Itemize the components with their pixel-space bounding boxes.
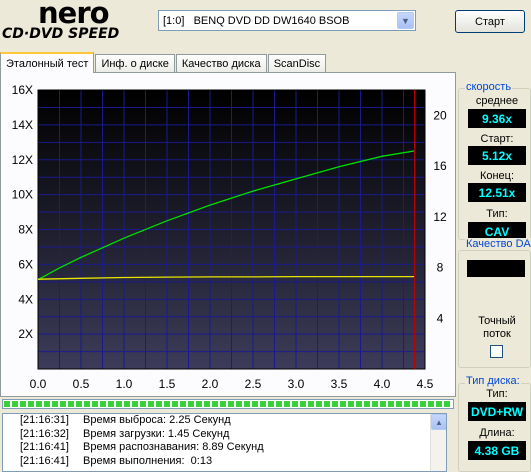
log-text: Время выброса: 2.25 Секунд: [83, 414, 231, 426]
log-row: [21:16:41] Время распознавания: 8.89 Секу…: [3, 441, 446, 455]
log-time: [21:16:32]: [20, 427, 69, 440]
start-speed-label: Старт:: [480, 133, 514, 145]
y-left-tick-label: 16X: [12, 83, 33, 97]
log-scrollbar[interactable]: ▲: [430, 414, 446, 471]
start-button[interactable]: Старт: [455, 10, 525, 33]
scroll-up-icon[interactable]: ▲: [431, 414, 446, 430]
tab-benchmark[interactable]: Эталонный тест: [0, 52, 95, 73]
log-time: [21:16:31]: [20, 414, 69, 426]
x-tick-label: 4.0: [374, 377, 391, 391]
log-text: Время распознавания: 8.89 Секунд: [83, 441, 264, 453]
disc-type-label: Тип:: [486, 388, 508, 400]
y-right-tick-label: 8: [437, 261, 444, 275]
drive-select-value: [1:0] BENQ DVD DD DW1640 BSOB: [163, 14, 350, 27]
y-right-tick-label: 12: [433, 210, 447, 224]
log-text: Время выполнения: 0:13: [83, 454, 213, 467]
progress-fill: [4, 401, 452, 407]
avg-speed-value: 9.36x: [468, 109, 526, 128]
tab-disc-quality[interactable]: Качество диска: [175, 54, 267, 73]
speed-group-title: скорость: [465, 81, 513, 93]
quality-group-title: Качество DA: [465, 238, 531, 250]
accurate-stream-label: Точный: [478, 315, 516, 327]
accurate-stream-label-2: поток: [483, 328, 511, 340]
x-tick-label: 1.5: [159, 377, 176, 391]
x-tick-label: 3.5: [331, 377, 348, 391]
end-speed-label: Конец:: [479, 170, 515, 182]
y-left-tick-label: 2X: [18, 327, 33, 341]
x-tick-label: 1.0: [116, 377, 133, 391]
x-tick-label: 0.5: [73, 377, 90, 391]
quality-display: [467, 260, 525, 277]
y-right-tick-label: 16: [433, 159, 447, 173]
log-time: [21:16:41]: [20, 441, 69, 453]
y-left-tick-label: 8X: [18, 223, 33, 237]
log-time: [21:16:41]: [20, 454, 69, 467]
log-list: [21:16:31] Время выброса: 2.25 Секунд [21…: [2, 413, 447, 472]
x-tick-label: 2.5: [245, 377, 262, 391]
logo-product: CD·DVD SPEED: [2, 26, 120, 42]
benchmark-chart: 0.0 0.5 1.0 1.5 2.0 2.5 3.0 3.5 4.0 4.5 2X 4X 6X 8X 10…: [12, 83, 447, 391]
log-row: [21:16:31] Время выброса: 2.25 Секунд: [3, 414, 446, 428]
x-tick-label: 4.5: [417, 377, 434, 391]
x-tick-label: 0.0: [30, 377, 47, 391]
y-left-tick-label: 14X: [12, 118, 33, 132]
y-right-tick-label: 4: [437, 311, 444, 325]
log-text: Время загрузки: 1.45 Секунд: [83, 427, 230, 440]
disc-type-value: DVD+RW: [468, 402, 526, 421]
progress-bar: [2, 399, 454, 409]
y-left-tick-label: 10X: [12, 188, 33, 202]
x-tick-label: 3.0: [288, 377, 305, 391]
disc-length-label: Длина:: [479, 427, 515, 439]
disc-length-value: 4.38 GB: [468, 441, 526, 460]
start-speed-value: 5.12x: [468, 146, 526, 165]
end-speed-value: 12.51x: [468, 183, 526, 202]
chevron-down-icon[interactable]: ▼: [397, 12, 414, 29]
log-row: [21:16:32] Время загрузки: 1.45 Секунд: [3, 428, 446, 442]
y-right-tick-label: 20: [433, 108, 447, 122]
nero-logo: nero CD·DVD SPEED: [0, 0, 150, 50]
tab-disc-info[interactable]: Инф. о диске: [95, 54, 175, 73]
drive-select[interactable]: [1:0] BENQ DVD DD DW1640 BSOB ▼: [158, 10, 416, 31]
y-left-tick-label: 12X: [12, 153, 33, 167]
y-left-tick-label: 4X: [18, 292, 33, 306]
avg-speed-label: среднее: [475, 95, 519, 107]
disc-type-group-title: Тип диска:: [465, 375, 521, 387]
accurate-stream-checkbox[interactable]: [490, 345, 503, 358]
speed-type-label: Тип:: [486, 208, 508, 220]
y-left-tick-label: 6X: [18, 257, 33, 271]
tab-bar: Эталонный тест Инф. о диске Качество дис…: [0, 52, 327, 73]
tab-scandisc[interactable]: ScanDisc: [267, 54, 327, 73]
x-tick-label: 2.0: [202, 377, 219, 391]
log-row: [21:16:41] Время выполнения: 0:13: [3, 455, 446, 469]
